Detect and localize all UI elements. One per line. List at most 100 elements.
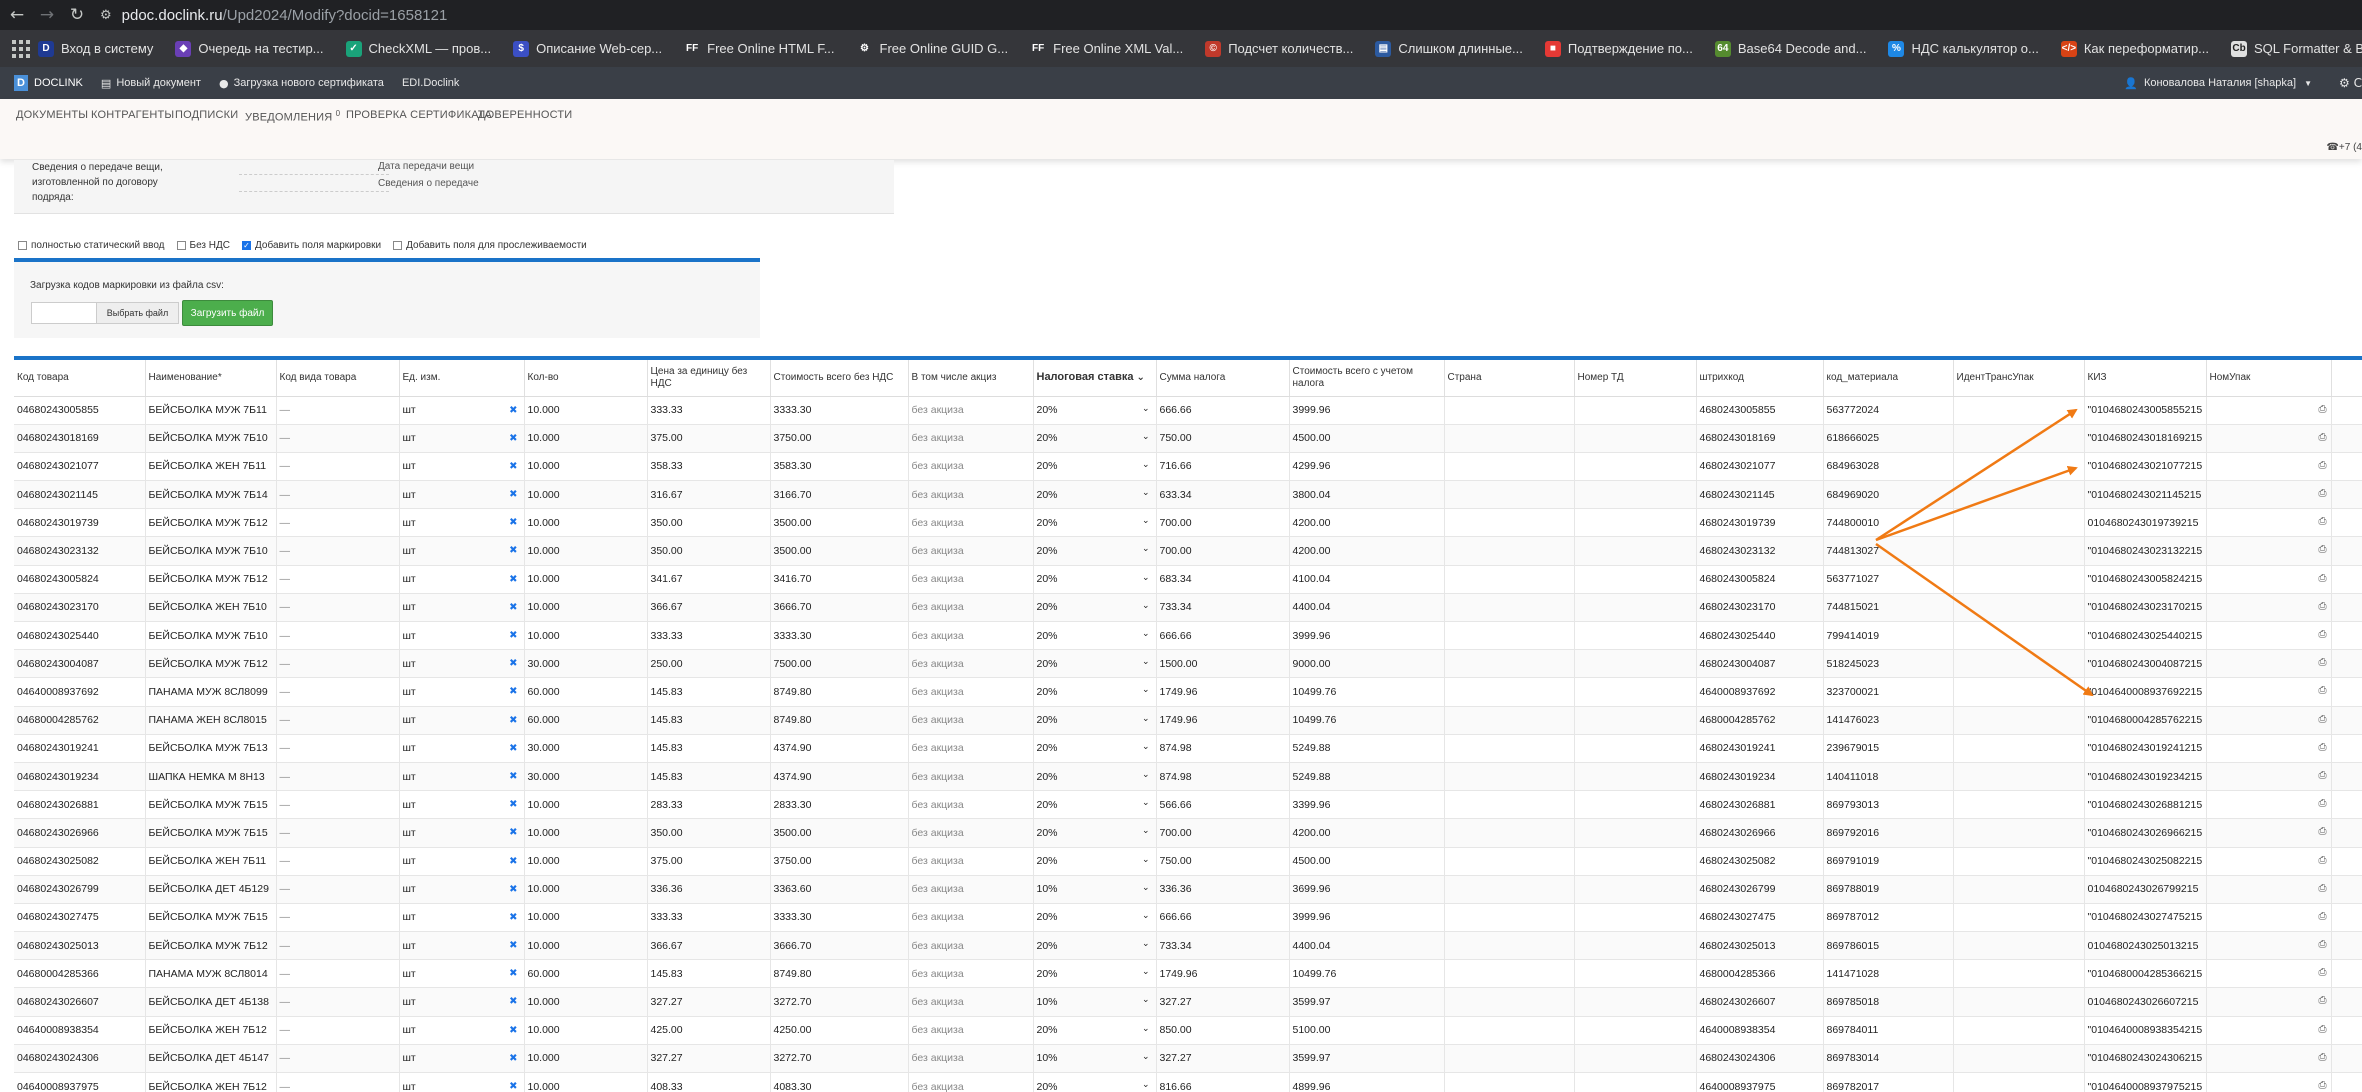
table-cell[interactable]: 10499.76: [1289, 959, 1445, 989]
clear-unit-icon[interactable]: ✖: [509, 856, 517, 867]
table-cell[interactable]: 3500.00: [770, 818, 909, 848]
table-cell[interactable]: [1953, 1072, 2085, 1092]
kiz-field[interactable]: "0104680243005855215: [2084, 396, 2207, 425]
table-cell[interactable]: 04680243021077: [14, 452, 146, 482]
table-cell[interactable]: 5100.00: [1289, 1016, 1445, 1045]
table-cell[interactable]: БЕЙСБОЛКА ДЕТ 4Б138: [145, 987, 277, 1017]
table-cell[interactable]: [1574, 903, 1697, 933]
table-cell[interactable]: 358.33: [647, 452, 771, 482]
table-cell[interactable]: 9000.00: [1289, 649, 1445, 679]
tax-rate-select[interactable]: 20% ⌄: [1033, 706, 1157, 735]
table-cell[interactable]: [1444, 1016, 1575, 1045]
table-cell[interactable]: [1444, 987, 1575, 1017]
table-cell[interactable]: 4200.00: [1289, 508, 1445, 538]
table-cell[interactable]: 700.00: [1156, 536, 1290, 566]
table-cell[interactable]: [1444, 734, 1575, 763]
table-cell[interactable]: БЕЙСБОЛКА ЖЕН 7Б11: [145, 452, 277, 482]
table-cell[interactable]: [1444, 424, 1575, 453]
table-cell[interactable]: —: [276, 1016, 400, 1045]
table-cell[interactable]: 4680243019241: [1696, 734, 1824, 763]
table-cell[interactable]: —: [276, 1044, 400, 1074]
table-cell[interactable]: 4374.90: [770, 762, 909, 792]
table-cell[interactable]: 869793013: [1823, 790, 1954, 820]
table-cell[interactable]: 3500.00: [770, 508, 909, 538]
table-cell[interactable]: 04680243019739: [14, 508, 146, 538]
tax-rate-select[interactable]: 20% ⌄: [1033, 734, 1157, 763]
table-cell[interactable]: [1574, 396, 1697, 425]
tax-rate-select[interactable]: 20% ⌄: [1033, 818, 1157, 848]
table-cell[interactable]: 10.000: [524, 621, 648, 651]
table-cell[interactable]: ПАНАМА МУЖ 8СЛ8099: [145, 677, 277, 707]
table-cell[interactable]: 4200.00: [1289, 818, 1445, 848]
bookmark-item[interactable]: 64 Base64 Decode and...: [1714, 40, 1866, 57]
table-cell[interactable]: [1953, 818, 2085, 848]
clear-unit-icon[interactable]: ✖: [509, 884, 517, 895]
table-cell[interactable]: ШАПКА НЕМКА М 8Н13: [145, 762, 277, 792]
table-cell[interactable]: 744800010: [1823, 508, 1954, 538]
settings-icon[interactable]: ⚙ C: [2339, 76, 2362, 90]
kiz-field[interactable]: "0104680243025440215: [2084, 621, 2207, 651]
tax-rate-select[interactable]: 20% ⌄: [1033, 621, 1157, 651]
table-cell[interactable]: 04680243004087: [14, 649, 146, 679]
print-icon[interactable]: ⎙: [2319, 1052, 2327, 1063]
table-cell[interactable]: 4640008937692: [1696, 677, 1824, 707]
table-cell[interactable]: 666.66: [1156, 903, 1290, 933]
table-cell[interactable]: 4374.90: [770, 734, 909, 763]
table-cell[interactable]: 10.000: [524, 790, 648, 820]
table-cell[interactable]: [1574, 931, 1697, 961]
table-cell[interactable]: 869784011: [1823, 1016, 1954, 1045]
table-cell[interactable]: шт ✖: [399, 424, 525, 453]
table-cell[interactable]: [1444, 536, 1575, 566]
table-cell[interactable]: БЕЙСБОЛКА МУЖ 7Б12: [145, 649, 277, 679]
table-cell[interactable]: 04680004285366: [14, 959, 146, 989]
table-cell[interactable]: 4680243005824: [1696, 565, 1824, 594]
table-cell[interactable]: —: [276, 790, 400, 820]
table-cell[interactable]: 30.000: [524, 734, 648, 763]
table-cell[interactable]: без акциза: [908, 847, 1034, 876]
print-icon[interactable]: ⎙: [2319, 770, 2327, 781]
table-cell[interactable]: 4680243004087: [1696, 649, 1824, 679]
table-cell[interactable]: 4680243025013: [1696, 931, 1824, 961]
table-cell[interactable]: шт ✖: [399, 1072, 525, 1092]
table-cell[interactable]: —: [276, 649, 400, 679]
table-cell[interactable]: [1444, 875, 1575, 904]
clear-unit-icon[interactable]: ✖: [509, 771, 517, 782]
table-cell[interactable]: —: [276, 536, 400, 566]
kiz-field[interactable]: "0104680243005824215: [2084, 565, 2207, 594]
print-icon[interactable]: ⎙: [2319, 601, 2327, 612]
table-cell[interactable]: БЕЙСБОЛКА МУЖ 7Б15: [145, 818, 277, 848]
table-cell[interactable]: 10.000: [524, 536, 648, 566]
table-cell[interactable]: 327.27: [1156, 1044, 1290, 1074]
bookmark-item[interactable]: </> Как переформатир...: [2060, 40, 2209, 57]
forward-icon[interactable]: →: [34, 2, 60, 28]
choose-file-button[interactable]: Выбрать файл: [96, 303, 178, 323]
static-input-checkbox[interactable]: полностью статический ввод: [18, 240, 165, 251]
table-cell[interactable]: [1444, 480, 1575, 510]
bookmark-item[interactable]: ✓ CheckXML — пров...: [345, 40, 491, 57]
tax-rate-select[interactable]: 20% ⌄: [1033, 480, 1157, 510]
table-cell[interactable]: 350.00: [647, 818, 771, 848]
table-cell[interactable]: 341.67: [647, 565, 771, 594]
table-cell[interactable]: без акциза: [908, 903, 1034, 933]
table-cell[interactable]: [1953, 536, 2085, 566]
table-cell[interactable]: 684969020: [1823, 480, 1954, 510]
table-cell[interactable]: 04640008937692: [14, 677, 146, 707]
table-cell[interactable]: шт ✖: [399, 536, 525, 566]
table-cell[interactable]: 618666025: [1823, 424, 1954, 453]
clear-unit-icon[interactable]: ✖: [509, 743, 517, 754]
table-cell[interactable]: 60.000: [524, 959, 648, 989]
table-cell[interactable]: 3583.30: [770, 452, 909, 482]
table-cell[interactable]: —: [276, 452, 400, 482]
clear-unit-icon[interactable]: ✖: [509, 602, 517, 613]
table-cell[interactable]: —: [276, 621, 400, 651]
table-cell[interactable]: шт ✖: [399, 677, 525, 707]
table-cell[interactable]: [1953, 790, 2085, 820]
table-cell[interactable]: [1953, 565, 2085, 594]
table-cell[interactable]: 3599.97: [1289, 1044, 1445, 1074]
transfer-info-field[interactable]: [239, 178, 389, 192]
table-cell[interactable]: 684963028: [1823, 452, 1954, 482]
table-cell[interactable]: [1953, 677, 2085, 707]
table-cell[interactable]: 869792016: [1823, 818, 1954, 848]
table-cell[interactable]: 141476023: [1823, 706, 1954, 735]
table-cell[interactable]: 666.66: [1156, 621, 1290, 651]
